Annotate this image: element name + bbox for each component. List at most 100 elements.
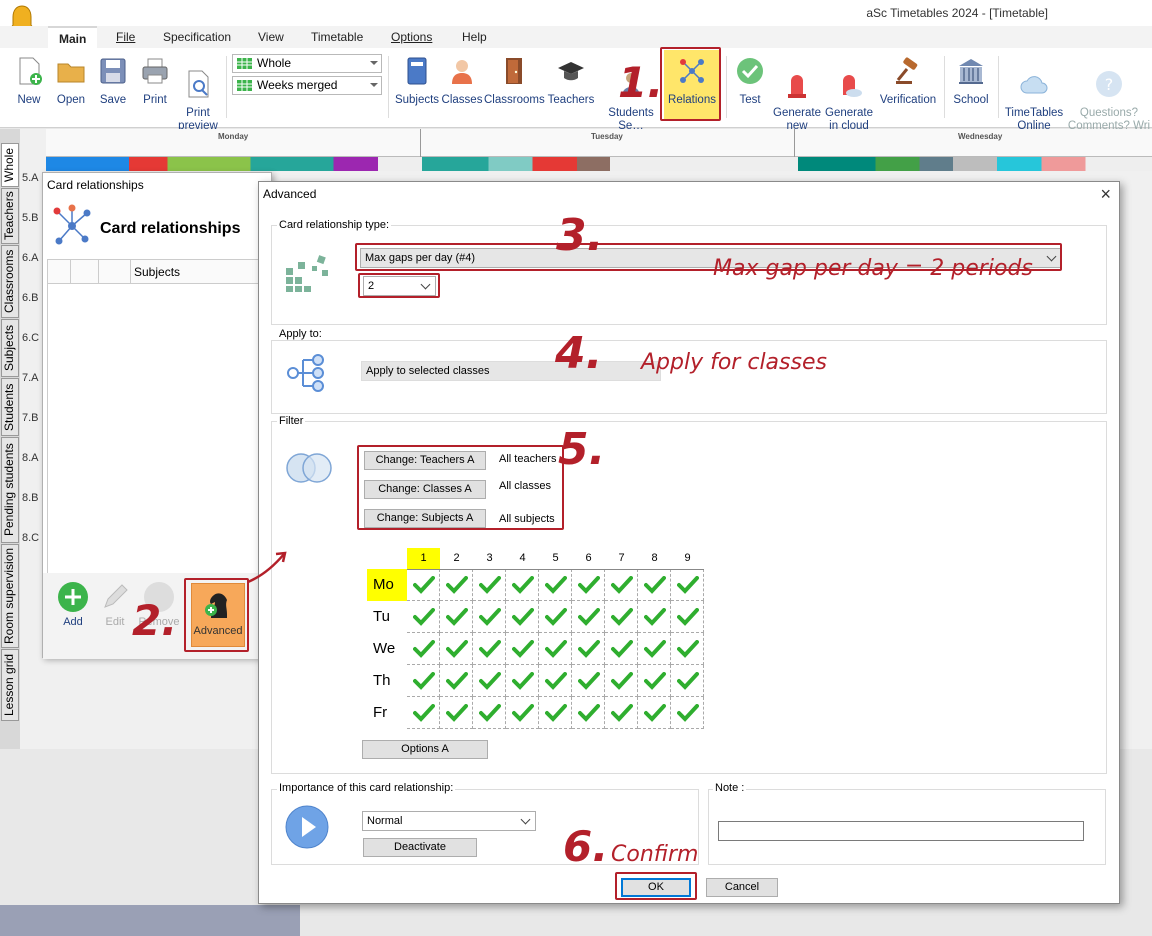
grid-cell[interactable]	[506, 697, 539, 729]
grid-cell[interactable]	[572, 601, 605, 633]
grid-cell[interactable]	[506, 569, 539, 601]
grid-period-header[interactable]: 7	[605, 548, 638, 569]
grid-cell[interactable]	[440, 697, 473, 729]
grid-cell[interactable]	[440, 601, 473, 633]
side-tab-subjects[interactable]: Subjects	[1, 319, 19, 377]
grid-cell[interactable]	[539, 697, 572, 729]
grid-period-header[interactable]: 4	[506, 548, 539, 569]
grid-period-header[interactable]: 1	[407, 548, 440, 569]
grid-cell[interactable]	[572, 665, 605, 697]
grid-cell[interactable]	[605, 633, 638, 665]
grid-cell[interactable]	[473, 633, 506, 665]
grid-day-header[interactable]: We	[367, 633, 407, 665]
grid-day-header[interactable]: Tu	[367, 601, 407, 633]
cancel-button[interactable]: Cancel	[706, 878, 778, 897]
grid-cell[interactable]	[539, 569, 572, 601]
grid-day-header[interactable]: Th	[367, 665, 407, 697]
menu-help[interactable]: Help	[462, 30, 487, 44]
menu-main[interactable]: Main	[48, 26, 98, 48]
side-tab-teachers[interactable]: Teachers	[1, 188, 19, 244]
generate-cloud-button[interactable]: Generate in cloud	[824, 56, 874, 133]
side-tab-students[interactable]: Students	[1, 378, 19, 436]
school-button[interactable]: School	[948, 56, 994, 107]
grid-cell[interactable]	[440, 569, 473, 601]
grid-cell[interactable]	[473, 665, 506, 697]
grid-cell[interactable]	[671, 601, 704, 633]
menu-specification[interactable]: Specification	[163, 30, 231, 44]
grid-period-header[interactable]: 2	[440, 548, 473, 569]
apply-to-select[interactable]: Apply to selected classes	[361, 361, 661, 381]
grid-cell[interactable]	[407, 665, 440, 697]
grid-cell[interactable]	[506, 601, 539, 633]
grid-cell[interactable]	[671, 665, 704, 697]
verification-button[interactable]: Verification	[876, 56, 940, 107]
grid-cell[interactable]	[539, 665, 572, 697]
classrooms-button[interactable]: Classrooms	[484, 56, 545, 107]
menu-options[interactable]: Options	[391, 30, 432, 44]
weeks-combo[interactable]: Weeks merged	[232, 76, 382, 95]
side-tab-room-supervision[interactable]: Room supervision	[1, 544, 19, 648]
grid-day-header[interactable]: Fr	[367, 697, 407, 729]
test-button[interactable]: Test	[732, 56, 768, 107]
grid-cell[interactable]	[473, 569, 506, 601]
options-button[interactable]: Options A	[362, 740, 488, 759]
grid-cell[interactable]	[407, 601, 440, 633]
grid-cell[interactable]	[671, 569, 704, 601]
grid-cell[interactable]	[671, 633, 704, 665]
subjects-button[interactable]: Subjects	[394, 56, 440, 107]
grid-cell[interactable]	[671, 697, 704, 729]
grid-cell[interactable]	[638, 633, 671, 665]
print-preview-button[interactable]: Print preview	[176, 56, 220, 133]
importance-select[interactable]: Normal	[362, 811, 536, 831]
grid-day-header[interactable]: Mo	[367, 569, 407, 601]
generate-new-button[interactable]: Generate new	[772, 56, 822, 133]
grid-cell[interactable]	[440, 633, 473, 665]
grid-cell[interactable]	[572, 633, 605, 665]
grid-cell[interactable]	[407, 697, 440, 729]
teachers-button[interactable]: Teachers	[546, 56, 596, 107]
grid-period-header[interactable]: 5	[539, 548, 572, 569]
grid-period-header[interactable]: 9	[671, 548, 704, 569]
grid-cell[interactable]	[407, 569, 440, 601]
side-tab-whole[interactable]: Whole	[1, 143, 19, 187]
grid-cell[interactable]	[638, 697, 671, 729]
grid-period-header[interactable]: 6	[572, 548, 605, 569]
grid-cell[interactable]	[506, 633, 539, 665]
close-icon[interactable]: ×	[1100, 184, 1111, 205]
grid-cell[interactable]	[638, 569, 671, 601]
menu-file[interactable]: File	[116, 30, 135, 44]
grid-cell[interactable]	[506, 665, 539, 697]
grid-cell[interactable]	[539, 601, 572, 633]
timetables-online-button[interactable]: TimeTables Online	[1002, 56, 1066, 133]
grid-cell[interactable]	[473, 601, 506, 633]
open-button[interactable]: Open	[52, 56, 90, 107]
note-input[interactable]	[718, 821, 1084, 841]
menu-timetable[interactable]: Timetable	[311, 30, 363, 44]
menu-view[interactable]: View	[258, 30, 284, 44]
save-button[interactable]: Save	[94, 56, 132, 107]
print-button[interactable]: Print	[136, 56, 174, 107]
grid-cell[interactable]	[605, 601, 638, 633]
grid-period-header[interactable]: 3	[473, 548, 506, 569]
view-combo[interactable]: Whole	[232, 54, 382, 73]
grid-cell[interactable]	[605, 665, 638, 697]
side-tab-classrooms[interactable]: Classrooms	[1, 245, 19, 318]
grid-cell[interactable]	[605, 569, 638, 601]
grid-cell[interactable]	[572, 569, 605, 601]
grid-cell[interactable]	[605, 697, 638, 729]
grid-period-header[interactable]: 8	[638, 548, 671, 569]
new-button[interactable]: New	[10, 56, 48, 107]
grid-cell[interactable]	[572, 697, 605, 729]
deactivate-button[interactable]: Deactivate	[363, 838, 477, 857]
questions-button[interactable]: ? Questions? Comments? Wri	[1066, 56, 1152, 133]
side-tab-lesson-grid[interactable]: Lesson grid	[1, 649, 19, 721]
classes-button[interactable]: Classes	[440, 56, 484, 107]
annotation-box-ok	[615, 872, 697, 900]
grid-cell[interactable]	[407, 633, 440, 665]
side-tab-pending-students[interactable]: Pending students	[1, 437, 19, 543]
grid-cell[interactable]	[539, 633, 572, 665]
grid-cell[interactable]	[440, 665, 473, 697]
grid-cell[interactable]	[473, 697, 506, 729]
grid-cell[interactable]	[638, 665, 671, 697]
grid-cell[interactable]	[638, 601, 671, 633]
